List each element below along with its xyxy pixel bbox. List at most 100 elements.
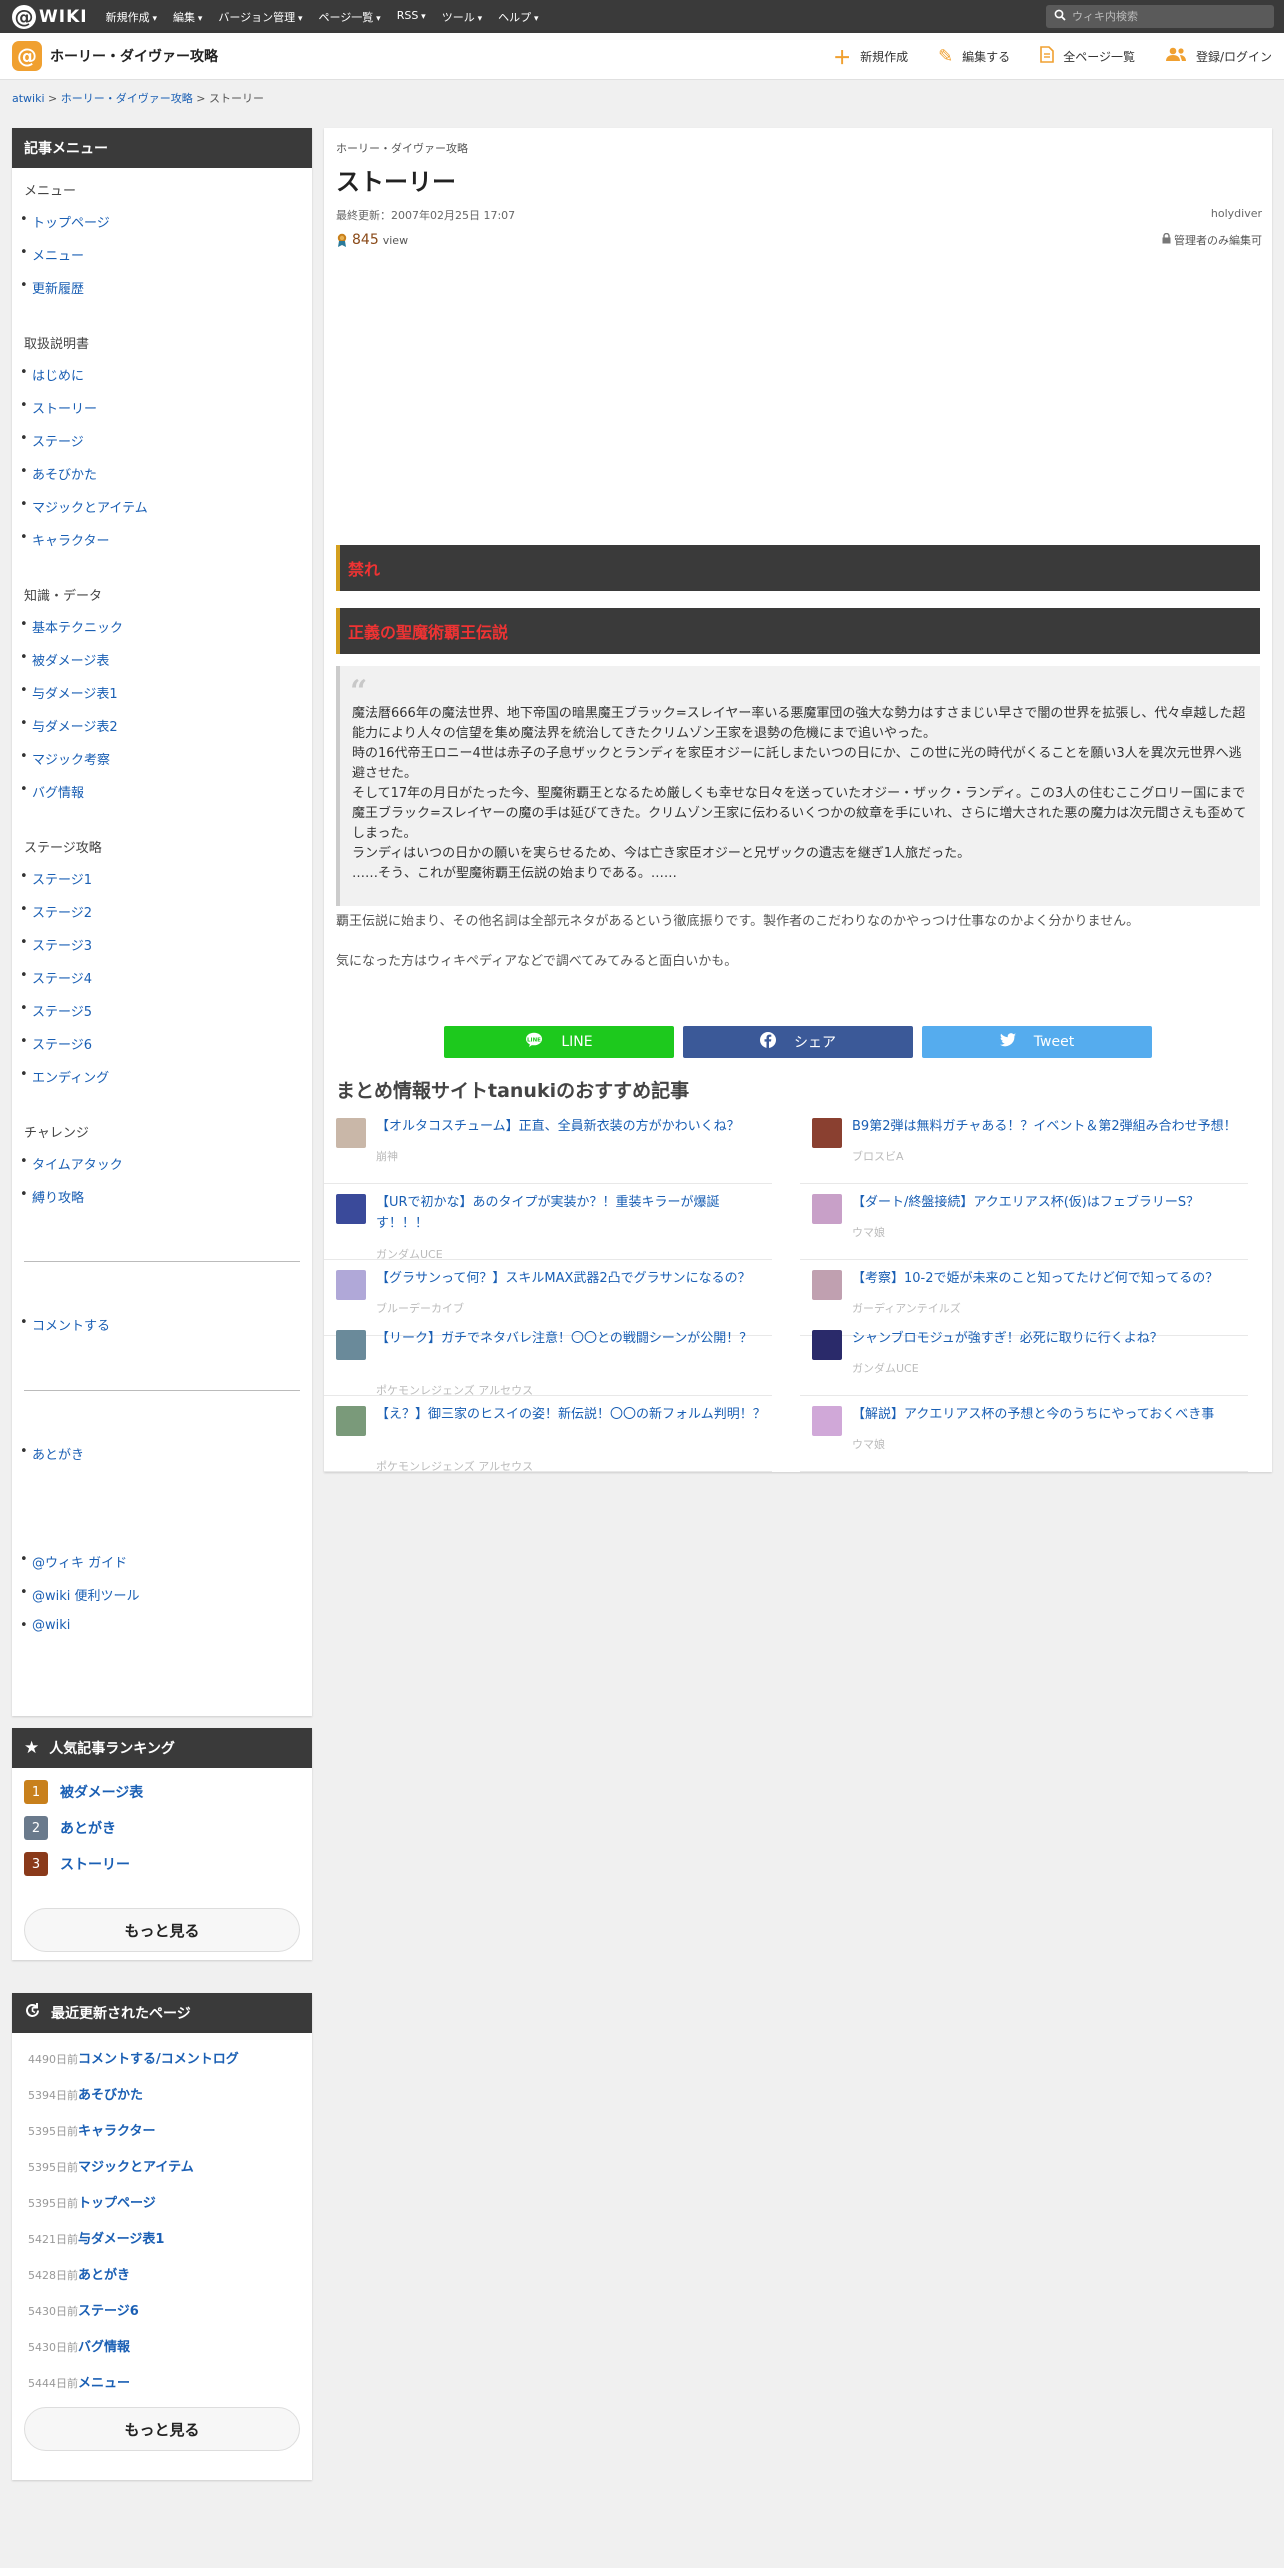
recent-item[interactable]: 5444日前メニュー xyxy=(28,2372,130,2391)
section-title: メニュー xyxy=(24,184,77,199)
recent-item[interactable]: 5395日前キャラクター xyxy=(28,2120,155,2139)
section-title: 取扱説明書 xyxy=(24,337,90,352)
all-pages-button[interactable]: 全ページ一覧 xyxy=(1040,45,1135,68)
ranking-label: 被ダメージ表 xyxy=(60,1785,144,1801)
menu-help[interactable]: ヘルプ xyxy=(498,9,538,25)
ranking-item[interactable]: 1 被ダメージ表 xyxy=(24,1780,143,1804)
menu-item[interactable]: キャラクター xyxy=(20,530,110,549)
breadcrumb-root[interactable]: atwiki xyxy=(12,92,45,105)
top-menu: 新規作成 編集 バージョン管理 ページ一覧 RSS ツール ヘルプ xyxy=(106,9,555,25)
recommend-title-link: 【ダート/終盤接続】アクエリアス杯(仮)はフェブラリーS？ xyxy=(852,1195,1200,1210)
recommend-source: ウマ娘 xyxy=(852,1438,885,1451)
recent-more-button[interactable]: もっと見る xyxy=(24,2407,300,2451)
recent-item[interactable]: 5421日前与ダメージ表1 xyxy=(28,2228,164,2247)
search-icon[interactable] xyxy=(1054,9,1066,24)
menu-item[interactable]: マジックとアイテム xyxy=(20,497,148,516)
menu-item[interactable]: ステージ2 xyxy=(20,902,92,921)
new-page-button[interactable]: ＋ 新規作成 xyxy=(833,44,908,70)
recent-item[interactable]: 5430日前ステージ6 xyxy=(28,2300,139,2319)
menu-item[interactable]: ステージ5 xyxy=(20,1001,92,1020)
edit-button[interactable]: ✎ 編集する xyxy=(938,46,1010,67)
ranking-label: あとがき xyxy=(60,1821,116,1837)
menu-item[interactable]: 与ダメージ表1 xyxy=(20,683,118,702)
menu-item[interactable]: エンディング xyxy=(20,1067,109,1086)
recent-item[interactable]: 4490日前コメントする/コメントログ xyxy=(28,2048,239,2067)
menu-new[interactable]: 新規作成 xyxy=(106,9,157,25)
recommend-thumbnail xyxy=(812,1330,842,1360)
footer-link-atwiki[interactable]: @wiki xyxy=(20,1618,71,1633)
menu-item[interactable]: 被ダメージ表 xyxy=(20,650,109,669)
menu-item[interactable]: ステージ3 xyxy=(20,935,92,954)
menu-edit[interactable]: 編集 xyxy=(173,9,202,25)
breadcrumb-wiki[interactable]: ホーリー・ダイヴァー攻略 xyxy=(61,92,193,105)
menu-item[interactable]: 与ダメージ表2 xyxy=(20,716,118,735)
view-unit: view xyxy=(382,233,409,247)
ad-space xyxy=(336,264,1260,528)
menu-item[interactable]: あそびかた xyxy=(20,464,97,483)
recent-item[interactable]: 5395日前トップページ xyxy=(28,2192,156,2211)
rank-badge: 3 xyxy=(24,1852,48,1876)
menu-item[interactable]: ステージ xyxy=(20,431,84,450)
recommend-thumbnail xyxy=(812,1118,842,1148)
menu-item[interactable]: タイムアタック xyxy=(20,1154,123,1173)
menu-item[interactable]: はじめに xyxy=(20,365,84,384)
quote-line: 時の16代帝王ロニー4世は赤子の子息ザックとランディを家臣オジーに託しまたいつの… xyxy=(352,746,1242,781)
atwiki-logo[interactable]: @ WIKI xyxy=(12,0,88,33)
wiki-search xyxy=(1046,5,1274,28)
recommend-thumbnail xyxy=(336,1118,366,1148)
recommend-item[interactable]: シャンブロモジュが強すぎ！必死に取りに行くよね？ ガンダムUCE xyxy=(800,1320,1248,1396)
menu-item[interactable]: ステージ1 xyxy=(20,869,92,888)
plus-icon: ＋ xyxy=(833,47,852,69)
recommend-item[interactable]: 【リーク】ガチでネタバレ注意！〇〇との戦闘シーンが公開！？ ポケモンレジェンズ ア… xyxy=(324,1320,772,1397)
share-twitter-button[interactable]: Tweet xyxy=(922,1026,1152,1058)
recommend-thumbnail xyxy=(812,1194,842,1224)
twitter-icon xyxy=(999,1033,1016,1051)
divider xyxy=(24,1261,300,1262)
share-facebook-button[interactable]: シェア xyxy=(683,1026,913,1058)
login-label: 登録/ログイン xyxy=(1195,50,1272,64)
recommend-item[interactable]: 【オルタコスチューム】正直、全員新衣装の方がかわいくね？ 崩神 xyxy=(324,1108,772,1184)
pencil-icon: ✎ xyxy=(938,46,954,67)
article-menu-box: 記事メニュー メニュー トップページ メニュー 更新履歴 取扱説明書 はじめに … xyxy=(12,128,312,1716)
footer-link-guide[interactable]: @ウィキ ガイド xyxy=(20,1552,127,1571)
menu-item[interactable]: ステージ4 xyxy=(20,968,92,987)
menu-item[interactable]: ストーリー xyxy=(20,398,97,417)
menu-item[interactable]: 縛り攻略 xyxy=(20,1187,84,1206)
ranking-item[interactable]: 3 ストーリー xyxy=(24,1852,130,1876)
menu-item[interactable]: 基本テクニック xyxy=(20,617,123,636)
ranking-more-button[interactable]: もっと見る xyxy=(24,1908,300,1952)
recent-days: 5395日前 xyxy=(28,2125,78,2138)
body-paragraph: 覇王伝説に始まり、その他名詞は全部元ネタがあるという徹底振りです。製作者のこだわ… xyxy=(336,914,1140,929)
recommend-item[interactable]: B9第2弾は無料ガチャある！？イベント＆第2弾組み合わせ予想！ ブロスビA xyxy=(800,1108,1248,1184)
menu-item[interactable]: ステージ6 xyxy=(20,1034,92,1053)
recent-item[interactable]: 5430日前バグ情報 xyxy=(28,2336,130,2355)
recent-item[interactable]: 5394日前あそびかた xyxy=(28,2084,143,2103)
menu-item[interactable]: メニュー xyxy=(20,245,84,264)
footer-link-tools[interactable]: @wiki 便利ツール xyxy=(20,1585,139,1604)
menu-tools[interactable]: ツール xyxy=(442,9,482,25)
menu-item[interactable]: バグ情報 xyxy=(20,782,84,801)
menu-item[interactable]: マジック考察 xyxy=(20,749,110,768)
recommend-item[interactable]: 【解説】アクエリアス杯の予想と今のうちにやっておくべき事 ウマ娘 xyxy=(800,1396,1248,1472)
search-input[interactable] xyxy=(1072,10,1252,23)
wiki-icon[interactable]: @ xyxy=(12,41,42,71)
afterword-link[interactable]: あとがき xyxy=(20,1444,84,1463)
menu-rss[interactable]: RSS xyxy=(397,9,426,25)
recent-item[interactable]: 5395日前マジックとアイテム xyxy=(28,2156,194,2175)
recent-days: 5444日前 xyxy=(28,2377,78,2390)
menu-item[interactable]: トップページ xyxy=(20,212,110,231)
login-button[interactable]: 登録/ログイン xyxy=(1165,46,1272,67)
award-icon xyxy=(336,233,348,247)
divider xyxy=(24,1390,300,1391)
menu-version[interactable]: バージョン管理 xyxy=(218,9,302,25)
comment-link[interactable]: コメントする xyxy=(20,1315,110,1334)
recommend-item[interactable]: 【え？】御三家のヒスイの姿！新伝説！〇〇の新フォルム判明！？ ポケモンレジェンズ … xyxy=(324,1396,772,1473)
ranking-item[interactable]: 2 あとがき xyxy=(24,1816,116,1840)
menu-item[interactable]: 更新履歴 xyxy=(20,278,84,297)
recommend-item[interactable]: 【ダート/終盤接続】アクエリアス杯(仮)はフェブラリーS？ ウマ娘 xyxy=(800,1184,1248,1260)
recommend-item[interactable]: 【URで初かな】あのタイプが実装か？！重装キラーが爆誕す！！！ ガンダムUCE xyxy=(324,1184,772,1261)
share-line-button[interactable]: LINE LINE xyxy=(444,1026,674,1058)
menu-pages[interactable]: ページ一覧 xyxy=(319,9,381,25)
recent-item[interactable]: 5428日前あとがき xyxy=(28,2264,130,2283)
wiki-title[interactable]: ホーリー・ダイヴァー攻略 xyxy=(50,46,218,66)
